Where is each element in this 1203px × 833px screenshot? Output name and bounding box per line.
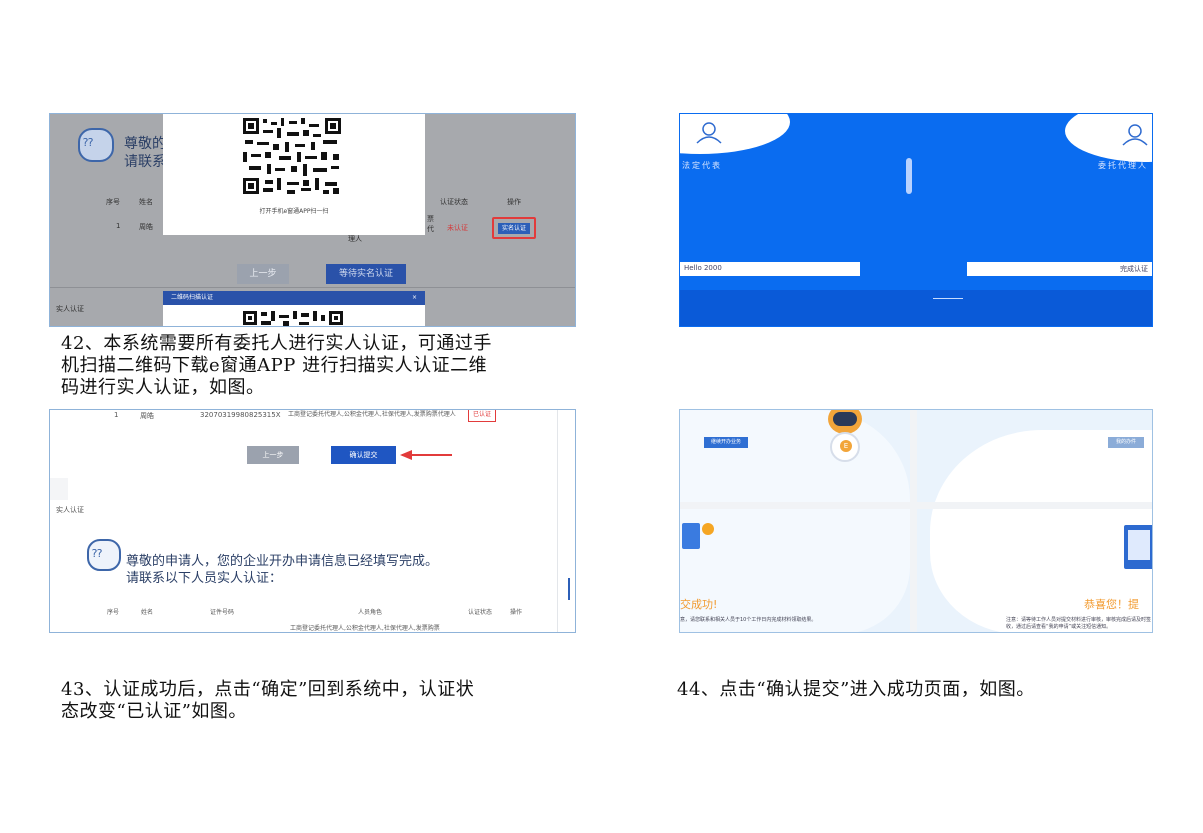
caption-42-line-3: 码进行实人认证，如图。 <box>61 377 265 398</box>
footer-bar <box>680 290 1152 326</box>
center-indicator <box>906 158 912 194</box>
column-header-role: 人员角色 <box>358 609 383 616</box>
row-role-fragment: 票 <box>427 215 434 223</box>
qr-code-icon <box>241 116 343 196</box>
column-header-index: 序号 <box>107 609 120 616</box>
screenshot-confirm-submit: 1 周皓 32070319980825315X 工商登记委托代理人,公积金代理人… <box>49 409 576 633</box>
user-icon <box>696 122 722 144</box>
success-text: 交成功! <box>680 598 718 611</box>
greeting-line-1: 尊敬的 <box>124 136 166 152</box>
section-label: 实人认证 <box>56 305 84 313</box>
caption-43-line-2: 态改变“已认证”如图。 <box>61 701 247 722</box>
qr-modal: 打开手机e窗通APP扫一扫 <box>163 114 425 235</box>
divider <box>680 502 1152 509</box>
column-header-status: 认证状态 <box>440 198 468 206</box>
close-icon[interactable]: × <box>412 291 417 305</box>
caption-42-line-2: 机扫描二维码下载e窗通APP 进行扫描实人认证二维 <box>61 355 488 376</box>
confirm-submit-button[interactable]: 确认提交 <box>331 446 396 464</box>
greeting-line-2: 请联系以下人员实人认证： <box>126 571 283 586</box>
monitor-screen <box>1128 530 1150 560</box>
scan-instruction: 打开手机e窗通APP扫一扫 <box>259 208 329 215</box>
status-certified: 已认证 <box>468 410 496 422</box>
left-input[interactable]: Hello 2000 <box>680 262 860 276</box>
help-bubble-icon: ⁇ <box>87 539 121 571</box>
back-arrow-icon <box>933 298 963 299</box>
row-roles: 工商登记委托代理人,公积金代理人,社保代理人,发票购票 <box>290 625 440 632</box>
scrollbar[interactable] <box>568 578 570 600</box>
screenshot-mobile-auth: 法定代表 委托代理人 Hello 2000 完成认证 <box>679 113 1153 327</box>
caption-44: 44、点击“确认提交”进入成功页面，如图。 <box>677 679 1035 700</box>
column-header-action: 操作 <box>510 609 523 616</box>
screenshot-qr-authentication: ⁇ 尊敬的 请联系 序号 姓名 认证状态 操作 1 周皓 票 代 理人 未认证 … <box>49 113 576 327</box>
illustration-icon <box>682 523 700 549</box>
prev-button[interactable]: 上一步 <box>237 264 289 284</box>
row-role-fragment: 理人 <box>348 235 362 243</box>
right-input[interactable]: 完成认证 <box>967 262 1152 276</box>
robot-body: E <box>830 432 860 462</box>
notice-text: 注意：请等待工作人员对提交材料进行审核，审核完成后请及时签收，通过后请查看“我的… <box>1006 617 1152 630</box>
row-index: 1 <box>116 222 121 230</box>
screenshot-success-page: 继续开办业务 我的办件 E 交成功! 恭喜您！提 意，请您联系和相关人员于10个… <box>679 409 1153 633</box>
await-auth-button[interactable]: 等待实名认证 <box>326 264 406 284</box>
continue-business-button[interactable]: 继续开办业务 <box>704 437 748 448</box>
divider <box>557 410 558 632</box>
row-roles: 工商登记委托代理人,公积金代理人,社保代理人,发票购票代理人 <box>288 411 456 418</box>
robot-face <box>833 412 857 426</box>
column-header-name: 姓名 <box>141 609 154 616</box>
qr-code-icon <box>243 311 343 326</box>
divider <box>910 410 917 632</box>
column-header-action: 操作 <box>507 198 521 206</box>
caption-43-line-1: 43、认证成功后，点击“确定”回到系统中，认证状 <box>61 679 475 700</box>
my-cases-button[interactable]: 我的办件 <box>1108 437 1144 448</box>
row-index: 1 <box>114 411 119 419</box>
user-icon <box>1122 124 1148 146</box>
qr-dialog-header: 二维码扫描认证 × <box>163 291 425 305</box>
prev-button[interactable]: 上一步 <box>247 446 299 464</box>
left-role-label: 法定代表 <box>682 161 722 170</box>
column-header-name: 姓名 <box>139 198 153 206</box>
row-id: 32070319980825315X <box>200 411 281 419</box>
notice-text: 意，请您联系和相关人员于10个工作日内完成材料领取结果。 <box>680 617 817 623</box>
right-role-label: 委托代理人 <box>1098 161 1148 170</box>
section-label: 实人认证 <box>56 506 84 514</box>
row-name: 周皓 <box>139 223 153 231</box>
row-role-fragment: 代 <box>427 225 434 233</box>
sidebar-strip <box>50 478 68 500</box>
success-text: 恭喜您！提 <box>1084 598 1139 611</box>
qr-dialog-body <box>163 305 425 326</box>
row-name: 周皓 <box>140 412 154 420</box>
column-header-id: 证件号码 <box>210 609 235 616</box>
greeting-line-2: 请联系 <box>124 154 166 170</box>
real-name-auth-button[interactable]: 实名认证 <box>492 217 536 239</box>
status-unverified: 未认证 <box>447 224 468 232</box>
help-bubble-icon: ⁇ <box>78 128 114 162</box>
arrow-line <box>402 454 452 456</box>
column-header-index: 序号 <box>106 198 120 206</box>
qr-dialog-title: 二维码扫描认证 <box>171 294 214 301</box>
check-badge-icon <box>702 523 714 535</box>
caption-42-line-1: 42、本系统需要所有委托人进行实人认证，可通过手 <box>61 333 492 354</box>
divider <box>50 287 575 288</box>
column-header-status: 认证状态 <box>468 609 493 616</box>
